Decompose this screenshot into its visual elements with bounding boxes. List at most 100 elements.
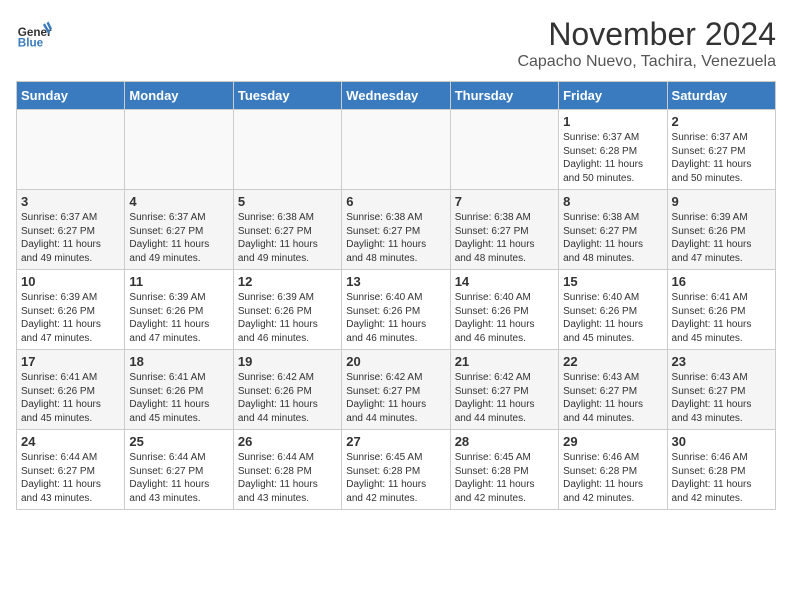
calendar-cell: 30 Sunrise: 6:46 AM Sunset: 6:28 PM Dayli… [667, 430, 775, 510]
calendar-body: 1 Sunrise: 6:37 AM Sunset: 6:28 PM Daylig… [17, 110, 776, 510]
calendar-cell: 4 Sunrise: 6:37 AM Sunset: 6:27 PM Daylig… [125, 190, 233, 270]
calendar-cell: 9 Sunrise: 6:39 AM Sunset: 6:26 PM Daylig… [667, 190, 775, 270]
day-info: Sunrise: 6:39 AM Sunset: 6:26 PM Dayligh… [129, 291, 228, 345]
calendar-cell: 18 Sunrise: 6:41 AM Sunset: 6:26 PM Dayli… [125, 350, 233, 430]
day-info: Sunrise: 6:45 AM Sunset: 6:28 PM Dayligh… [455, 451, 554, 505]
weekday-header-tuesday: Tuesday [233, 82, 341, 110]
day-info: Sunrise: 6:39 AM Sunset: 6:26 PM Dayligh… [21, 291, 120, 345]
day-info: Sunrise: 6:41 AM Sunset: 6:26 PM Dayligh… [672, 291, 771, 345]
calendar-cell: 17Sunrise: 6:41 AM Sunset: 6:26 PM Dayli… [17, 350, 125, 430]
day-info: Sunrise: 6:43 AM Sunset: 6:27 PM Dayligh… [563, 371, 662, 425]
day-info: Sunrise: 6:40 AM Sunset: 6:26 PM Dayligh… [455, 291, 554, 345]
calendar-cell: 6 Sunrise: 6:38 AM Sunset: 6:27 PM Daylig… [342, 190, 450, 270]
day-number: 13 [346, 274, 445, 289]
day-number: 21 [455, 354, 554, 369]
calendar-cell: 28 Sunrise: 6:45 AM Sunset: 6:28 PM Dayli… [450, 430, 558, 510]
calendar-cell: 5Sunrise: 6:38 AM Sunset: 6:27 PM Daylig… [233, 190, 341, 270]
day-info: Sunrise: 6:44 AM Sunset: 6:27 PM Dayligh… [21, 451, 120, 505]
day-number: 6 [346, 194, 445, 209]
day-number: 2 [672, 114, 771, 129]
day-info: Sunrise: 6:38 AM Sunset: 6:27 PM Dayligh… [563, 211, 662, 265]
day-info: Sunrise: 6:37 AM Sunset: 6:27 PM Dayligh… [672, 131, 771, 185]
day-number: 4 [129, 194, 228, 209]
day-info: Sunrise: 6:38 AM Sunset: 6:27 PM Dayligh… [238, 211, 337, 265]
day-number: 28 [455, 434, 554, 449]
day-info: Sunrise: 6:42 AM Sunset: 6:27 PM Dayligh… [346, 371, 445, 425]
day-info: Sunrise: 6:45 AM Sunset: 6:28 PM Dayligh… [346, 451, 445, 505]
day-info: Sunrise: 6:41 AM Sunset: 6:26 PM Dayligh… [129, 371, 228, 425]
calendar-week-0: 1 Sunrise: 6:37 AM Sunset: 6:28 PM Daylig… [17, 110, 776, 190]
title-area: November 2024 Capacho Nuevo, Tachira, Ve… [517, 16, 776, 71]
day-number: 8 [563, 194, 662, 209]
calendar-cell: 11 Sunrise: 6:39 AM Sunset: 6:26 PM Dayli… [125, 270, 233, 350]
calendar-cell: 3 Sunrise: 6:37 AM Sunset: 6:27 PM Daylig… [17, 190, 125, 270]
logo-icon: General Blue [16, 16, 52, 52]
calendar-cell: 22 Sunrise: 6:43 AM Sunset: 6:27 PM Dayli… [559, 350, 667, 430]
day-number: 7 [455, 194, 554, 209]
day-number: 14 [455, 274, 554, 289]
day-info: Sunrise: 6:46 AM Sunset: 6:28 PM Dayligh… [563, 451, 662, 505]
day-info: Sunrise: 6:46 AM Sunset: 6:28 PM Dayligh… [672, 451, 771, 505]
day-number: 24 [21, 434, 120, 449]
day-info: Sunrise: 6:40 AM Sunset: 6:26 PM Dayligh… [346, 291, 445, 345]
calendar-cell: 14 Sunrise: 6:40 AM Sunset: 6:26 PM Dayli… [450, 270, 558, 350]
calendar-cell: 7Sunrise: 6:38 AM Sunset: 6:27 PM Daylig… [450, 190, 558, 270]
day-number: 16 [672, 274, 771, 289]
weekday-header-monday: Monday [125, 82, 233, 110]
day-number: 25 [129, 434, 228, 449]
day-number: 15 [563, 274, 662, 289]
day-info: Sunrise: 6:42 AM Sunset: 6:27 PM Dayligh… [455, 371, 554, 425]
day-info: Sunrise: 6:44 AM Sunset: 6:27 PM Dayligh… [129, 451, 228, 505]
day-info: Sunrise: 6:37 AM Sunset: 6:27 PM Dayligh… [129, 211, 228, 265]
calendar-cell: 15 Sunrise: 6:40 AM Sunset: 6:26 PM Dayli… [559, 270, 667, 350]
calendar-week-2: 10 Sunrise: 6:39 AM Sunset: 6:26 PM Dayli… [17, 270, 776, 350]
calendar-cell: 26Sunrise: 6:44 AM Sunset: 6:28 PM Dayli… [233, 430, 341, 510]
day-number: 10 [21, 274, 120, 289]
calendar-cell: 29 Sunrise: 6:46 AM Sunset: 6:28 PM Dayli… [559, 430, 667, 510]
day-info: Sunrise: 6:43 AM Sunset: 6:27 PM Dayligh… [672, 371, 771, 425]
day-number: 9 [672, 194, 771, 209]
calendar-header-row: SundayMondayTuesdayWednesdayThursdayFrid… [17, 82, 776, 110]
calendar-cell: 16 Sunrise: 6:41 AM Sunset: 6:26 PM Dayli… [667, 270, 775, 350]
calendar-week-3: 17 Sunrise: 6:41 AM Sunset: 6:26 PM Dayli… [17, 350, 776, 430]
weekday-header-sunday: Sunday [17, 82, 125, 110]
day-number: 29 [563, 434, 662, 449]
calendar-cell: 1 Sunrise: 6:37 AM Sunset: 6:28 PM Daylig… [559, 110, 667, 190]
calendar-week-1: 3 Sunrise: 6:37 AM Sunset: 6:27 PM Daylig… [17, 190, 776, 270]
calendar-cell [450, 110, 558, 190]
day-info: Sunrise: 6:38 AM Sunset: 6:27 PM Dayligh… [346, 211, 445, 265]
weekday-header-thursday: Thursday [450, 82, 558, 110]
day-info: Sunrise: 6:40 AM Sunset: 6:26 PM Dayligh… [563, 291, 662, 345]
calendar-cell [342, 110, 450, 190]
svg-text:Blue: Blue [18, 37, 44, 50]
day-number: 22 [563, 354, 662, 369]
day-number: 27 [346, 434, 445, 449]
calendar-cell: 2 Sunrise: 6:37 AM Sunset: 6:27 PM Daylig… [667, 110, 775, 190]
weekday-header-friday: Friday [559, 82, 667, 110]
day-info: Sunrise: 6:37 AM Sunset: 6:28 PM Dayligh… [563, 131, 662, 185]
calendar-cell: 20Sunrise: 6:42 AM Sunset: 6:27 PM Dayli… [342, 350, 450, 430]
calendar-cell: 25 Sunrise: 6:44 AM Sunset: 6:27 PM Dayli… [125, 430, 233, 510]
day-info: Sunrise: 6:44 AM Sunset: 6:28 PM Dayligh… [238, 451, 337, 505]
day-info: Sunrise: 6:37 AM Sunset: 6:27 PM Dayligh… [21, 211, 120, 265]
day-number: 30 [672, 434, 771, 449]
calendar-cell: 10 Sunrise: 6:39 AM Sunset: 6:26 PM Dayli… [17, 270, 125, 350]
calendar-cell [17, 110, 125, 190]
calendar-cell: 12Sunrise: 6:39 AM Sunset: 6:26 PM Dayli… [233, 270, 341, 350]
day-number: 3 [21, 194, 120, 209]
day-number: 12 [238, 274, 337, 289]
calendar-cell: 27 Sunrise: 6:45 AM Sunset: 6:28 PM Dayli… [342, 430, 450, 510]
weekday-header-saturday: Saturday [667, 82, 775, 110]
day-info: Sunrise: 6:39 AM Sunset: 6:26 PM Dayligh… [672, 211, 771, 265]
logo: General Blue [16, 16, 52, 52]
calendar-cell: 23Sunrise: 6:43 AM Sunset: 6:27 PM Dayli… [667, 350, 775, 430]
day-number: 11 [129, 274, 228, 289]
calendar-cell [125, 110, 233, 190]
calendar-table: SundayMondayTuesdayWednesdayThursdayFrid… [16, 81, 776, 510]
calendar-cell: 8 Sunrise: 6:38 AM Sunset: 6:27 PM Daylig… [559, 190, 667, 270]
day-number: 1 [563, 114, 662, 129]
day-number: 18 [129, 354, 228, 369]
page-header: General Blue November 2024 Capacho Nuevo… [16, 16, 776, 71]
calendar-cell: 21 Sunrise: 6:42 AM Sunset: 6:27 PM Dayli… [450, 350, 558, 430]
day-number: 17 [21, 354, 120, 369]
